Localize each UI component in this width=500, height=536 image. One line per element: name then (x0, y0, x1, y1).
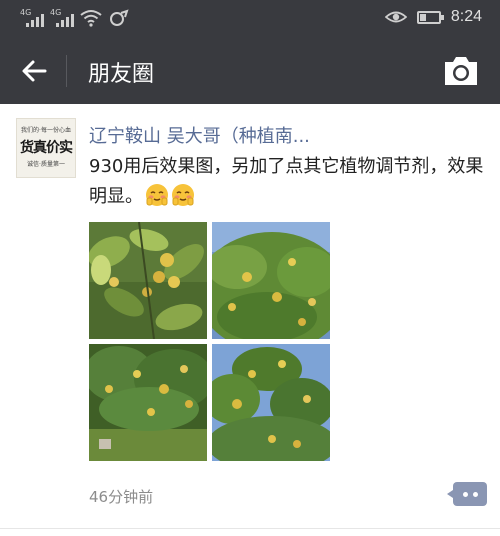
persimmon-tree-photo-4[interactable] (212, 344, 330, 461)
page-title: 朋友圈 (88, 62, 155, 87)
persimmon-tree-photo-2[interactable] (212, 222, 330, 339)
persimmon-tree-photo-1[interactable] (89, 222, 207, 339)
persimmon-tree-photo-3[interactable] (89, 344, 207, 461)
status-bar: 4G 4G 8:24 (0, 0, 500, 37)
author-name[interactable]: 辽宁鞍山 吴大哥（种植南... (89, 122, 310, 148)
blushing-face-emoji-icon (146, 184, 168, 206)
header-divider (66, 55, 67, 87)
post-timestamp: 46分钟前 (89, 488, 154, 506)
title-bar: 朋友圈 (0, 37, 500, 104)
status-left: 4G 4G (20, 8, 130, 27)
comment-button[interactable] (447, 482, 487, 506)
avatar[interactable]: 我们的·每一份心血 货真价实 诚信·质量第一 (16, 118, 76, 178)
photo-grid (89, 222, 330, 461)
data-saver-icon (110, 9, 129, 26)
back-button[interactable] (14, 51, 54, 91)
dot-icon (462, 491, 468, 497)
blushing-face-emoji-icon (172, 184, 194, 206)
battery-icon (416, 10, 444, 24)
avatar-text-top: 我们的·每一份心血 (21, 127, 71, 134)
post-text: 930用后效果图，另加了点其它植物调节剂，效果明显。 (89, 152, 487, 212)
camera-icon[interactable] (442, 54, 480, 88)
post-divider (0, 528, 500, 529)
status-time: 8:24 (450, 8, 482, 25)
eye-comfort-icon (384, 11, 407, 23)
moment-post: 我们的·每一份心血 货真价实 诚信·质量第一 辽宁鞍山 吴大哥（种植南... 9… (0, 104, 500, 536)
status-right: 8:24 (384, 8, 482, 26)
signal-icon: 4G (50, 8, 74, 27)
dot-icon (472, 491, 478, 497)
avatar-text-main: 货真价实 (20, 140, 73, 156)
back-arrow-icon (22, 60, 47, 82)
wifi-icon (80, 10, 102, 27)
avatar-text-bottom: 诚信·质量第一 (27, 161, 65, 168)
signal-icon: 4G (20, 8, 44, 27)
